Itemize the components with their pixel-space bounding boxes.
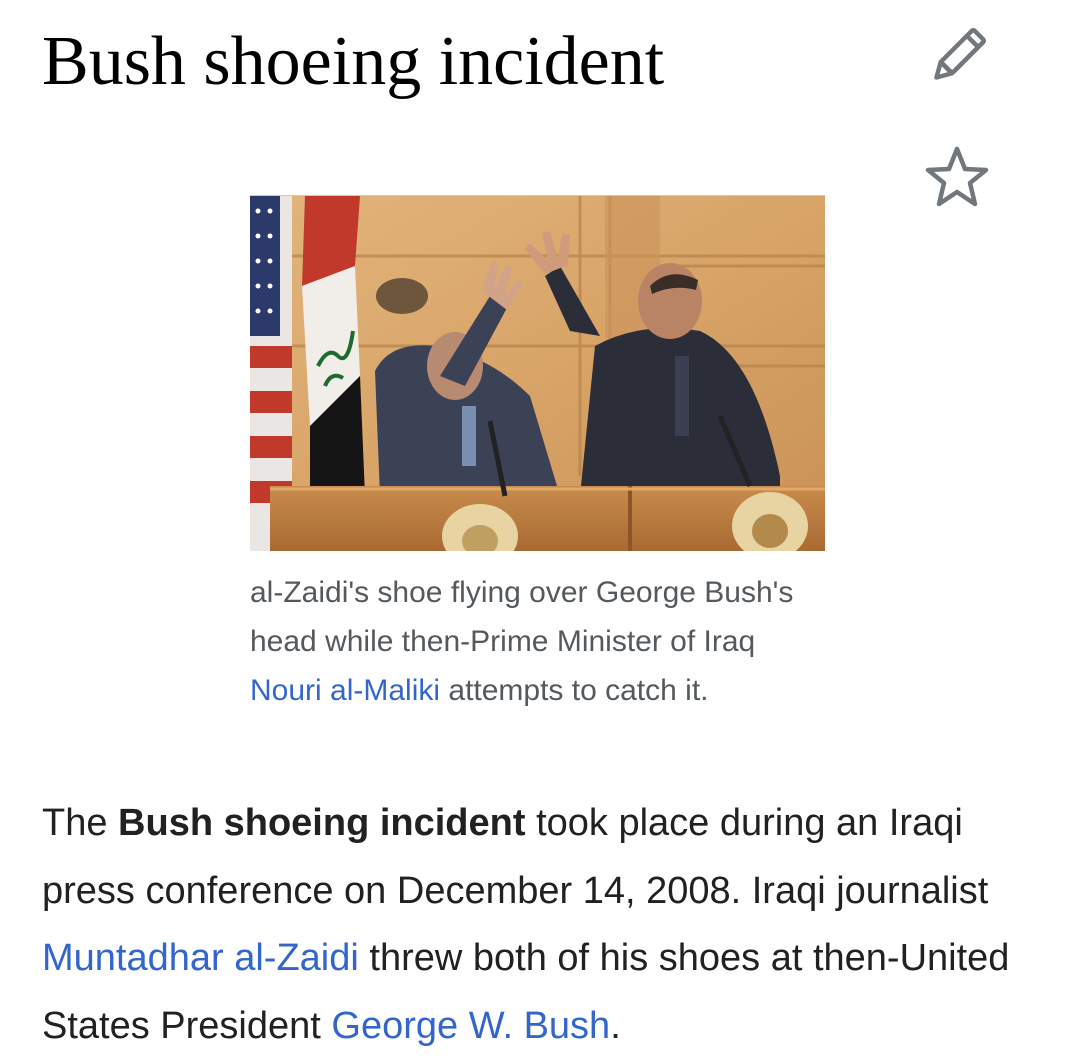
- watch-star-button[interactable]: [922, 142, 992, 212]
- nouri-al-maliki-link[interactable]: Nouri al-Maliki: [250, 674, 440, 707]
- incident-photo-illustration: [250, 196, 825, 551]
- muntadhar-al-zaidi-link[interactable]: Muntadhar al-Zaidi: [42, 937, 359, 979]
- lead-text-4: .: [610, 1004, 621, 1047]
- figure-caption: al-Zaidi's shoe flying over George Bush'…: [250, 568, 810, 715]
- lead-text-1: The: [42, 802, 119, 844]
- star-icon: [925, 146, 989, 207]
- caption-text-1: al-Zaidi's shoe flying over George Bush'…: [250, 576, 794, 658]
- page-title: Bush shoeing incident: [42, 23, 665, 100]
- edit-button[interactable]: [922, 22, 992, 92]
- article-subject-bold: Bush shoeing incident: [118, 802, 526, 844]
- infobox-figure: [250, 195, 825, 551]
- george-w-bush-link[interactable]: George W. Bush: [331, 1005, 610, 1047]
- incident-photo[interactable]: [250, 195, 825, 551]
- pencil-icon: [934, 28, 986, 80]
- lead-paragraph: The Bush shoeing incident took place dur…: [42, 790, 1052, 1060]
- caption-text-2: attempts to catch it.: [440, 674, 709, 707]
